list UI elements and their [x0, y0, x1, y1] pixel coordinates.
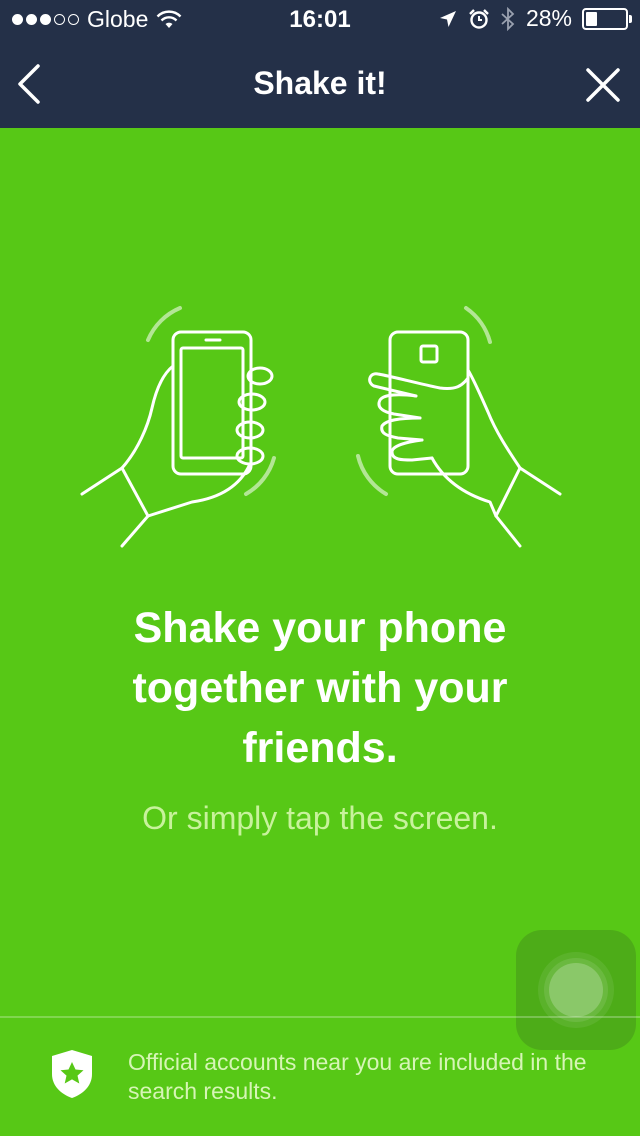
tap-instruction: Or simply tap the screen.: [142, 800, 498, 836]
page-title: Shake it!: [253, 65, 387, 101]
headline: Shake your phone together with your frie…: [132, 604, 508, 772]
bluetooth-icon: [501, 6, 515, 31]
shake-screen[interactable]: Globe 16:01 28% Shake it! Shake your pho…: [0, 0, 640, 1136]
battery-percent: 28%: [525, 5, 572, 31]
assistive-touch-dot: [549, 963, 603, 1017]
battery-level: [586, 11, 597, 26]
status-bar: Globe 16:01 28%: [0, 0, 640, 40]
shield-star-icon: [52, 1050, 92, 1098]
footer-notice: Official accounts near you are included …: [0, 1016, 640, 1136]
nav-bar: Shake it!: [0, 40, 640, 128]
battery-icon: [582, 7, 632, 30]
status-bar-right: 28%: [438, 5, 632, 32]
close-button[interactable]: [578, 60, 628, 110]
footer-text: Official accounts near you are included …: [128, 1049, 587, 1104]
alarm-icon: [469, 8, 489, 29]
header: Globe 16:01 28% Shake it!: [0, 0, 640, 128]
location-arrow-icon: [439, 10, 456, 27]
hands-shaking-phones-illustration: [80, 306, 562, 548]
